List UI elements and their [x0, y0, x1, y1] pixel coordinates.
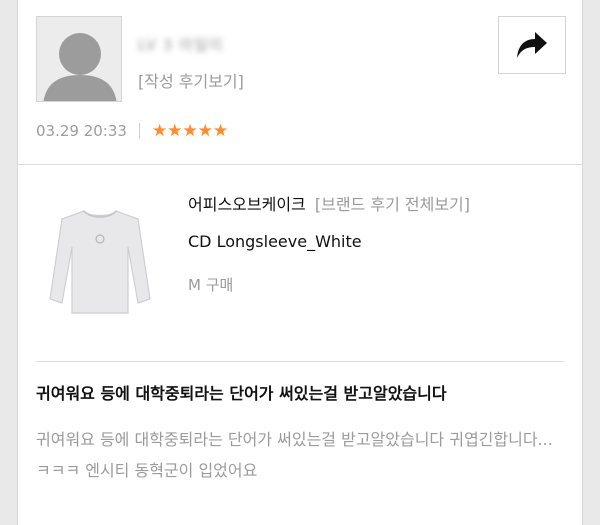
header-divider [18, 164, 582, 165]
review-card: LV 3 아일이 [작성 후기보기] 03.29 20:33 ★★★★★ 어피스… [17, 0, 583, 525]
user-silhouette-icon [37, 17, 121, 101]
review-meta: 03.29 20:33 ★★★★★ [36, 120, 228, 142]
share-arrow-icon [517, 32, 547, 58]
share-button[interactable] [498, 16, 566, 74]
product-name[interactable]: CD Longsleeve_White [188, 232, 362, 251]
review-body: 귀여워요 등에 대학중퇴라는 단어가 써있는걸 받고알았습니다 귀엽긴합니다..… [36, 430, 553, 480]
purchase-option: M 구매 [188, 276, 234, 294]
product-image[interactable] [46, 205, 154, 317]
brand-row: 어피스오브케이크 [브랜드 후기 전체보기] [188, 191, 470, 215]
review-date: 03.29 20:33 [36, 122, 127, 140]
brand-reviews-link[interactable]: [브랜드 후기 전체보기] [315, 195, 470, 214]
avatar [36, 16, 122, 102]
reviewer-name: LV 3 아일이 [138, 36, 224, 54]
longsleeve-shirt-icon [49, 210, 151, 314]
meta-divider [138, 123, 140, 139]
review-title: 귀여워요 등에 대학중퇴라는 단어가 써있는걸 받고알았습니다 [36, 384, 447, 403]
brand-name[interactable]: 어피스오브케이크 [188, 195, 306, 214]
star-rating: ★★★★★ [151, 121, 229, 141]
product-divider [36, 361, 564, 362]
view-reviews-link[interactable]: [작성 후기보기] [138, 68, 244, 92]
